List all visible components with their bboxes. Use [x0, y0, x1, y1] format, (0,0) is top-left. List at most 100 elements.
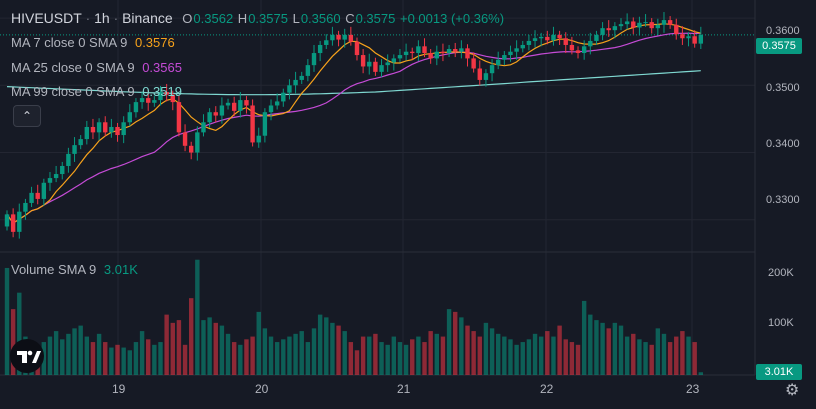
indicator-value: 0.3565: [142, 60, 182, 75]
ohlc-values: O0.3562 H0.3575 L0.3560 C0.3575 +0.0013 …: [182, 11, 505, 26]
candle-body: [299, 75, 304, 80]
candle-body: [403, 51, 409, 56]
change-value: +0.0013 (+0.36%): [399, 11, 505, 26]
chart-grid: [0, 0, 756, 376]
candle-body: [465, 48, 470, 59]
interval-label[interactable]: 1h: [94, 10, 110, 26]
volume-bar: [428, 331, 433, 375]
candle-body: [526, 40, 532, 45]
volume-bar: [637, 339, 642, 375]
candle-body: [680, 34, 685, 39]
candle-body: [90, 126, 96, 133]
indicator-label: MA 99 close 0 SMA 9: [11, 84, 135, 99]
volume-bar: [680, 331, 685, 375]
volume-bar: [201, 320, 206, 375]
volume-axis-label: 200K: [768, 267, 794, 279]
candle-body: [324, 40, 329, 45]
volume-bar: [146, 339, 151, 375]
indicator-ma7[interactable]: MA 7 close 0 SMA 9 0.3576: [11, 35, 175, 50]
volume-bar: [78, 325, 83, 375]
candle-body: [182, 132, 188, 146]
candle-body: [176, 102, 182, 133]
volume-bar: [416, 336, 421, 375]
candle-body: [692, 36, 697, 44]
volume-bar: [109, 347, 114, 375]
candle-body: [195, 132, 200, 153]
high-value: 0.3575: [248, 11, 288, 26]
candle-body: [606, 28, 611, 31]
volume-legend[interactable]: Volume SMA 9 3.01K: [11, 262, 138, 277]
candle-body: [422, 46, 427, 54]
candle-body: [532, 38, 538, 41]
candle-body: [637, 22, 642, 28]
volume-bar: [471, 331, 476, 375]
volume-bar: [588, 314, 593, 375]
volume-bar: [686, 336, 691, 375]
volume-bar: [489, 328, 495, 375]
candle-body: [600, 28, 605, 35]
volume-bar: [606, 328, 611, 375]
volume-bar: [103, 342, 108, 375]
volume-bar: [538, 336, 544, 375]
high-label: H: [237, 11, 248, 26]
candle-body: [293, 79, 298, 86]
candle-body: [41, 182, 47, 199]
volume-bar: [336, 325, 341, 375]
exchange-name: Binance: [122, 10, 173, 26]
indicator-ma25[interactable]: MA 25 close 0 SMA 9 0.3565: [11, 60, 182, 75]
candle-body: [133, 102, 139, 113]
volume-bar: [299, 331, 304, 375]
candle-body: [360, 55, 366, 67]
candle-body: [477, 68, 482, 80]
candle-body: [4, 214, 10, 227]
volume-bar: [66, 333, 71, 375]
volume-bar: [674, 336, 679, 375]
low-value: 0.3560: [300, 11, 341, 26]
volume-bar: [581, 300, 587, 375]
candle-body: [373, 61, 378, 72]
volume-bar: [508, 339, 513, 375]
volume-bar: [158, 342, 163, 375]
candle-body: [446, 49, 452, 54]
symbol-name[interactable]: HIVEUSDT: [11, 10, 82, 26]
candle-body: [545, 36, 550, 41]
candle-body: [96, 122, 102, 133]
candle-body: [244, 100, 249, 106]
volume-bar: [281, 339, 286, 375]
candle-body: [588, 40, 593, 47]
volume-bar: [60, 339, 65, 375]
volume-bar: [170, 322, 175, 375]
volume-bar: [446, 309, 452, 375]
volume-bar: [47, 336, 53, 375]
candle-body: [219, 105, 225, 116]
volume-bar: [502, 336, 507, 375]
indicator-ma99[interactable]: MA 99 close 0 SMA 9 0.3519: [11, 84, 182, 99]
volume-bar: [661, 333, 667, 375]
volume-bar: [317, 314, 323, 375]
collapse-legend-button[interactable]: ⌃: [13, 105, 41, 127]
volume-bar: [551, 336, 556, 375]
candle-body: [121, 122, 126, 136]
volume-axis-label: 100K: [768, 317, 794, 329]
candle-body: [262, 112, 268, 136]
volume-bar: [324, 317, 329, 375]
candle-body: [287, 85, 292, 93]
volume-bar: [667, 342, 673, 375]
volume-bar: [600, 322, 605, 375]
candle-body: [115, 126, 120, 136]
volume-bar: [182, 344, 188, 375]
tradingview-logo[interactable]: [10, 339, 44, 373]
current-price-tag: 0.3575: [756, 38, 802, 54]
volume-bar: [422, 342, 427, 375]
close-value: 0.3575: [355, 11, 396, 26]
candle-body: [667, 20, 673, 25]
low-label: L: [292, 11, 300, 26]
volume-bar: [631, 333, 636, 375]
candle-body: [410, 51, 415, 54]
candle-body: [674, 24, 679, 35]
candle-body: [612, 26, 618, 31]
gear-icon[interactable]: ⚙: [785, 380, 799, 400]
candle-body: [391, 58, 397, 63]
volume-bar: [293, 333, 298, 375]
volume-bar: [348, 342, 354, 375]
